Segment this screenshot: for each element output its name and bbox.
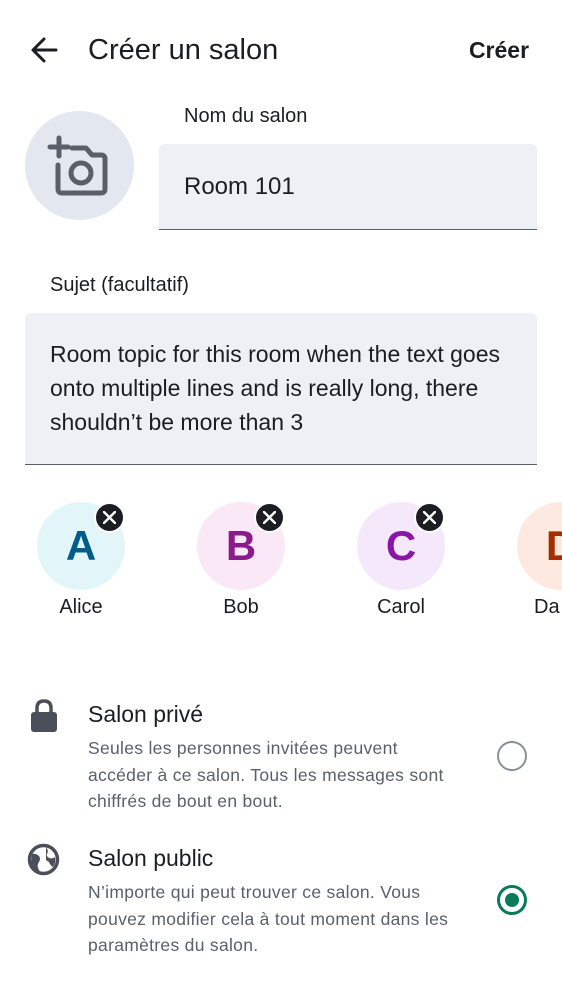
member-name: Alice [59,596,103,618]
member-carol: C Carol [340,502,460,622]
public-room-description: N’importe qui peut trouver ce salon. Vou… [88,882,449,955]
lock-icon [31,699,57,732]
public-room-title: Salon public [88,845,214,871]
topic-input[interactable]: Room topic for this room when the text g… [25,313,537,465]
close-icon [423,511,436,524]
member-partial: D Da [500,502,562,622]
member-bob: B Bob [180,502,300,622]
room-name-input[interactable]: Room 101 [159,144,537,230]
member-alice: A Alice [20,502,140,622]
remove-member-button[interactable] [414,502,445,533]
arrow-left-icon [31,37,58,63]
close-icon [263,511,276,524]
topic-value: Room topic for this room when the text g… [50,341,500,435]
room-name-label: Nom du salon [184,105,308,127]
remove-member-button[interactable] [254,502,285,533]
private-room-radio[interactable] [497,741,527,771]
topic-label: Sujet (facultatif) [50,274,189,296]
remove-member-button[interactable] [94,502,125,533]
member-name: Carol [377,596,425,618]
add-photo-icon [47,135,108,196]
room-name-value: Room 101 [184,173,295,200]
room-avatar-picker[interactable] [25,111,134,220]
private-room-description: Seules les personnes invitées peuvent ac… [88,738,444,811]
create-button[interactable]: Créer [456,32,542,68]
avatar: D [517,502,562,590]
member-name: Da [534,596,560,618]
back-button[interactable] [26,32,62,68]
public-room-radio[interactable] [497,885,527,915]
page-title: Créer un salon [88,34,279,66]
member-name: Bob [223,596,259,618]
globe-icon [27,843,60,876]
close-icon [103,511,116,524]
private-room-title: Salon privé [88,701,204,727]
